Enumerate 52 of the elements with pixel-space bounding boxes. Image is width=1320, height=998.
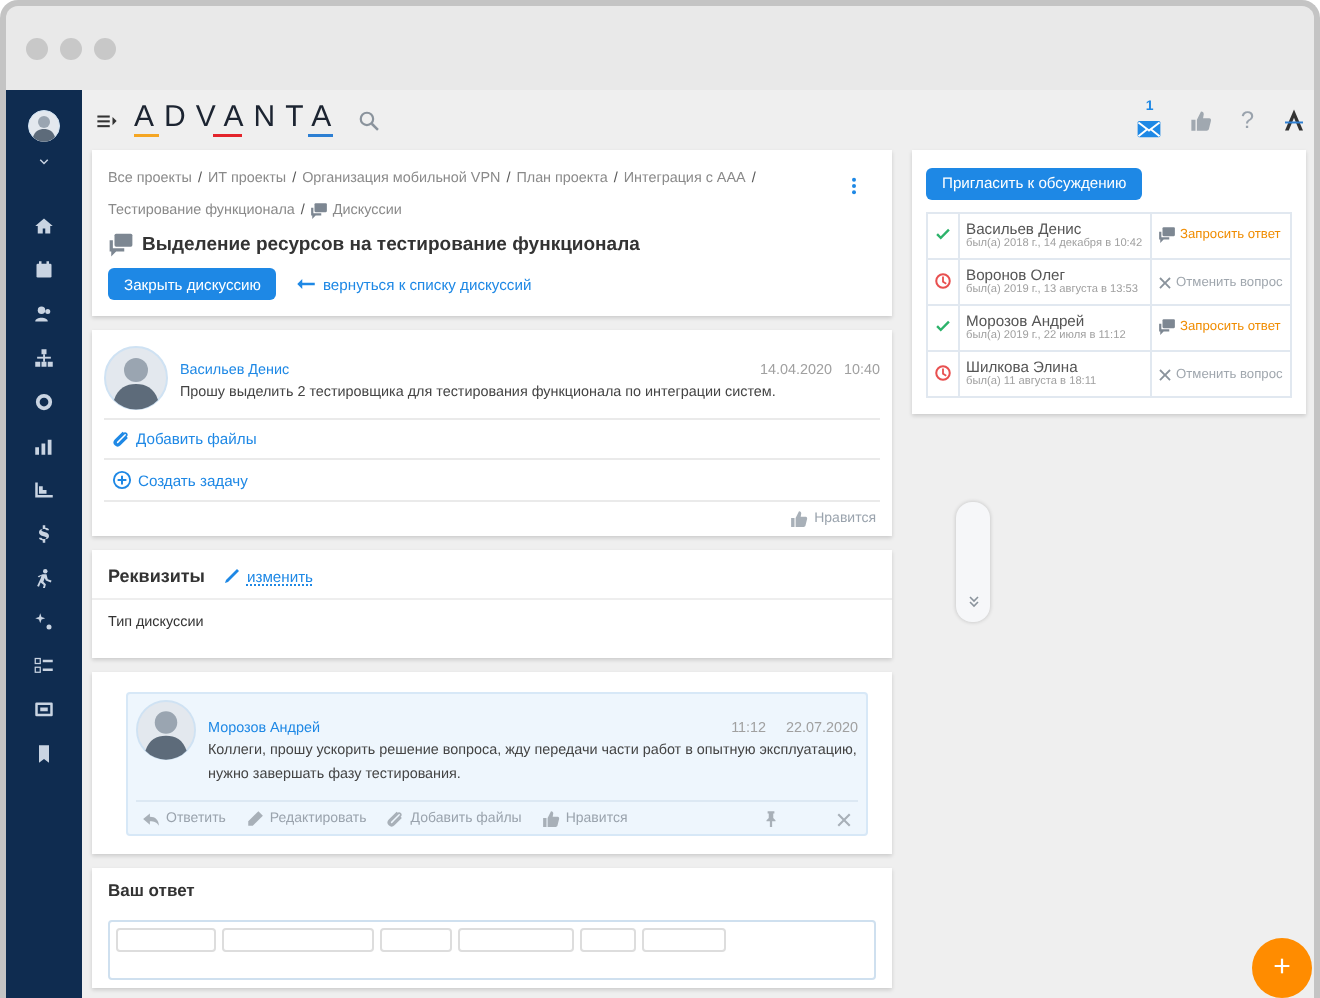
window-control[interactable] (94, 37, 116, 59)
sparkle-icon (34, 612, 54, 632)
window-control[interactable] (60, 37, 82, 59)
dollar-icon (34, 524, 54, 544)
cross-icon (1158, 275, 1173, 289)
pin-icon (762, 810, 780, 829)
people-icon (34, 304, 54, 324)
clock-icon (934, 271, 952, 289)
pencil-icon (224, 568, 241, 585)
help-button[interactable]: ? (1240, 106, 1254, 134)
thumbs-up-icon (790, 510, 809, 529)
calendar-icon (34, 260, 54, 280)
double-chevron-down-icon (965, 594, 981, 610)
clock-icon (934, 363, 952, 381)
avatar-icon (104, 346, 168, 411)
check-icon (934, 225, 952, 243)
discussion-title: Выделение ресурсов на тестирование функционала (142, 234, 640, 257)
avatar-icon (136, 700, 196, 761)
discussion-icon (310, 201, 329, 220)
search-icon (357, 109, 380, 131)
hierarchy-icon (34, 348, 54, 368)
check-icon (934, 317, 952, 335)
cross-icon (1158, 367, 1173, 381)
bar-chart-icon (34, 436, 54, 456)
runner-icon (34, 568, 54, 588)
bookmark-icon (34, 744, 54, 764)
thumbs-up-icon (1190, 109, 1213, 131)
paperclip-icon (386, 810, 405, 829)
pencil-icon (245, 810, 264, 829)
thumbs-up-icon (541, 810, 560, 829)
ring-icon (34, 392, 54, 412)
home-icon (34, 216, 54, 236)
chevron-down-icon (38, 156, 50, 168)
details-title: Реквизиты (108, 566, 205, 587)
mail-icon (1136, 115, 1163, 141)
add-button[interactable]: + (1252, 938, 1312, 998)
reply-editor[interactable] (108, 920, 876, 981)
stairs-icon (34, 480, 54, 500)
paperclip-icon (112, 430, 130, 449)
plus-circle-icon (112, 470, 132, 491)
close-icon (836, 811, 852, 828)
reply-title: Ваш ответ (108, 880, 197, 901)
checklist-icon (34, 656, 54, 676)
scroll-handle[interactable] (956, 502, 990, 622)
speech-bubble-icon (1158, 317, 1177, 335)
triangle-logo-icon (1282, 108, 1306, 132)
speech-bubble-icon (1158, 225, 1177, 243)
discussion-icon (108, 232, 134, 259)
reply-icon (142, 810, 160, 829)
avatar-icon (28, 110, 60, 142)
monitor-icon (34, 700, 54, 720)
window-control[interactable] (26, 37, 48, 59)
